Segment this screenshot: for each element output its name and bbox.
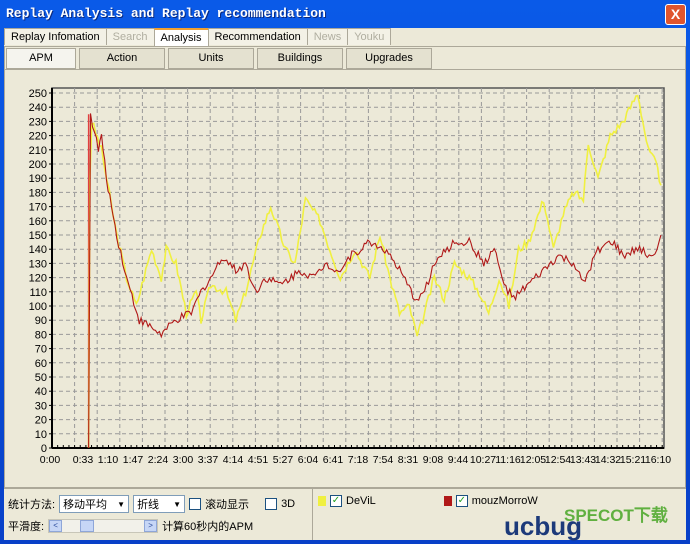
- legend-swatch-mouzmorrow: [443, 496, 452, 506]
- x-tick-label: 1:47: [123, 454, 144, 466]
- legend-label-mouzmorrow: mouzMorroW: [471, 495, 538, 507]
- client-area: Replay Infomation Search Analysis Recommend…: [4, 28, 686, 541]
- main-tabs: Replay Infomation Search Analysis Recommend…: [4, 28, 392, 46]
- y-tick-label: 20: [35, 415, 47, 427]
- y-tick-label: 30: [35, 400, 47, 412]
- x-tick-label: 9:08: [423, 454, 444, 466]
- watermark-logo-2: SPECOT下载: [564, 506, 668, 525]
- x-tick-label: 10:27: [470, 454, 496, 466]
- x-tick-label: 2:24: [148, 454, 169, 466]
- y-tick-label: 100: [29, 301, 47, 313]
- x-tick-label: 13:43: [570, 454, 596, 466]
- scroll-checkbox[interactable]: [189, 498, 202, 510]
- subtab-action[interactable]: Action: [79, 48, 165, 69]
- y-tick-label: 190: [29, 173, 47, 185]
- bottom-controls: 统计方法: 移动平均 ▼ 折线 ▼ 滚动显示 3D 平滑度: < > 计算60秒内的…: [4, 488, 686, 541]
- x-tick-label: 16:10: [645, 454, 671, 466]
- scroll-label: 滚动显示: [205, 499, 250, 511]
- y-tick-label: 250: [29, 88, 47, 100]
- x-tick-label: 0:33: [73, 454, 94, 466]
- sub-tabs: APM Action Units Buildings Upgrades: [4, 46, 686, 70]
- x-tick-label: 4:51: [248, 454, 269, 466]
- method-value: 移动平均: [63, 499, 108, 511]
- subtab-apm[interactable]: APM: [6, 48, 76, 69]
- tab-recommendation[interactable]: Recommendation: [207, 28, 308, 45]
- tab-replay-infomation[interactable]: Replay Infomation: [4, 28, 107, 45]
- chart-type-select[interactable]: 折线 ▼: [133, 495, 186, 513]
- legend-checkbox-mouzmorrow[interactable]: ✓: [455, 495, 468, 507]
- y-tick-label: 60: [35, 358, 47, 370]
- plot-area: [51, 87, 665, 449]
- chevron-left-icon[interactable]: <: [49, 520, 63, 532]
- chevron-down-icon: ▼: [173, 499, 182, 509]
- close-button[interactable]: X: [665, 4, 686, 25]
- chevron-down-icon: ▼: [117, 499, 126, 509]
- x-tick-label: 7:18: [348, 454, 369, 466]
- subtab-buildings[interactable]: Buildings: [257, 48, 343, 69]
- smooth-label: 平滑度:: [8, 521, 45, 533]
- x-tick-label: 4:14: [223, 454, 244, 466]
- chart-type-value: 折线: [137, 499, 160, 511]
- subtab-units[interactable]: Units: [168, 48, 254, 69]
- x-tick-label: 3:00: [173, 454, 194, 466]
- smooth-slider[interactable]: < >: [48, 519, 159, 533]
- y-tick-label: 210: [29, 145, 47, 157]
- apm-chart: 0102030405060708090100110120130140150160…: [29, 87, 671, 466]
- window-title: Replay Analysis and Replay recommendatio…: [6, 6, 326, 21]
- 3d-label: 3D: [281, 498, 296, 510]
- y-tick-label: 40: [35, 386, 47, 398]
- window: Replay Analysis and Replay recommendatio…: [0, 0, 690, 544]
- y-tick-label: 80: [35, 329, 47, 341]
- y-tick-label: 170: [29, 202, 47, 214]
- legend-label-devil: DeViL: [346, 495, 376, 507]
- x-tick-label: 7:54: [373, 454, 394, 466]
- y-tick-label: 140: [29, 244, 47, 256]
- legend-checkbox-devil[interactable]: ✓: [330, 495, 342, 507]
- x-tick-label: 5:27: [273, 454, 294, 466]
- y-tick-label: 10: [35, 429, 47, 441]
- tab-news[interactable]: News: [306, 28, 349, 45]
- legend-swatch-devil: [318, 496, 326, 506]
- x-tick-label: 0:00: [40, 454, 61, 466]
- x-tick-label: 15:21: [620, 454, 646, 466]
- y-tick-label: 130: [29, 258, 47, 270]
- x-tick-label: 1:10: [98, 454, 119, 466]
- smooth-desc: 计算60秒内的APM: [162, 521, 254, 533]
- y-tick-label: 90: [35, 315, 47, 327]
- x-tick-label: 8:31: [398, 454, 419, 466]
- x-tick-label: 14:32: [595, 454, 621, 466]
- x-tick-label: 11:16: [495, 454, 521, 466]
- chevron-right-icon[interactable]: >: [144, 520, 158, 532]
- y-tick-label: 120: [29, 273, 47, 285]
- method-label: 统计方法:: [8, 499, 56, 511]
- y-tick-label: 110: [29, 287, 47, 299]
- x-tick-label: 6:41: [323, 454, 344, 466]
- y-tick-label: 180: [29, 187, 47, 199]
- x-tick-label: 12:05: [520, 454, 546, 466]
- divider: [312, 489, 313, 540]
- chart-panel: 0 10 20 30 40 50 60 70 80 90 100 110 120 130 140 150 160…: [4, 70, 686, 488]
- y-tick-label: 50: [35, 372, 47, 384]
- x-tick-label: 9:44: [448, 454, 469, 466]
- legend: ✓ DeViL ✓ mouzMorroW: [318, 495, 538, 507]
- y-tick-label: 230: [29, 116, 47, 128]
- 3d-checkbox[interactable]: [265, 498, 278, 510]
- y-tick-label: 220: [29, 131, 47, 143]
- slider-thumb[interactable]: [80, 520, 95, 532]
- y-tick-label: 200: [29, 159, 47, 171]
- subtab-upgrades[interactable]: Upgrades: [346, 48, 432, 69]
- y-tick-label: 160: [29, 216, 47, 228]
- x-tick-label: 12:54: [545, 454, 571, 466]
- method-select[interactable]: 移动平均 ▼: [59, 495, 130, 513]
- tab-analysis[interactable]: Analysis: [153, 28, 209, 46]
- tab-youku[interactable]: Youku: [347, 28, 392, 45]
- x-tick-label: 6:04: [298, 454, 319, 466]
- y-tick-label: 240: [29, 102, 47, 114]
- y-tick-label: 70: [35, 344, 47, 356]
- x-tick-label: 3:37: [198, 454, 219, 466]
- tab-search[interactable]: Search: [105, 28, 155, 45]
- y-tick-label: 150: [29, 230, 47, 242]
